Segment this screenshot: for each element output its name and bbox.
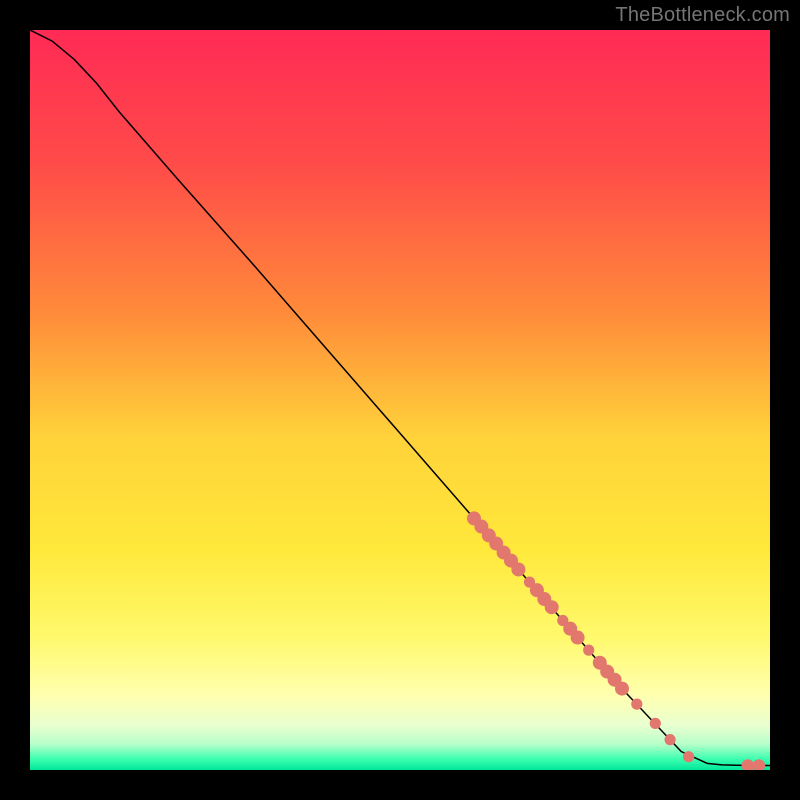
plot-area [30, 30, 770, 770]
data-marker [650, 718, 661, 729]
gradient-background [30, 30, 770, 770]
data-marker [511, 562, 525, 576]
data-marker [683, 751, 694, 762]
chart-svg [30, 30, 770, 770]
data-marker [571, 631, 585, 645]
data-marker [545, 600, 559, 614]
data-marker [631, 699, 642, 710]
data-marker [583, 645, 594, 656]
data-marker [665, 734, 676, 745]
chart-frame: TheBottleneck.com [0, 0, 800, 800]
attribution-text: TheBottleneck.com [615, 4, 790, 27]
data-marker [615, 682, 629, 696]
